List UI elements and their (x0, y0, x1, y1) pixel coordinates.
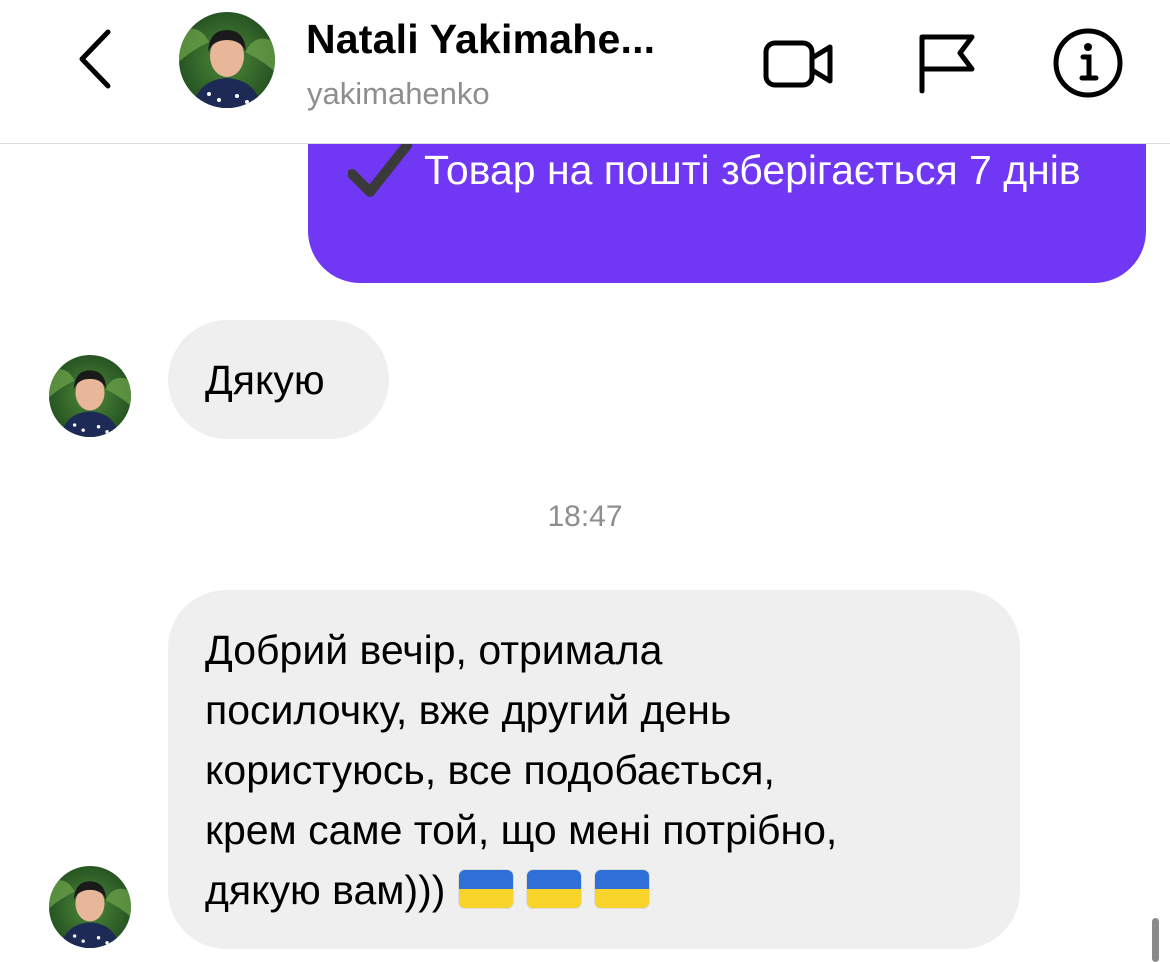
chat-screen: Товар на пошті зберігається 7 днів Дякую… (0, 0, 1170, 962)
contact-handle[interactable]: yakimahenko (307, 76, 490, 112)
video-call-icon (763, 40, 833, 88)
incoming-message-line: крем саме той, що мені потрібно, (205, 807, 838, 853)
contact-avatar[interactable] (179, 12, 275, 108)
incoming-message-line: посилочку, вже другий день (205, 687, 732, 733)
back-button[interactable] (72, 26, 122, 92)
video-call-button[interactable] (760, 25, 836, 101)
message-timestamp: 18:47 (547, 500, 623, 533)
chat-header: Natali Yakimahe... yakimahenko (0, 0, 1170, 144)
avatar-photo (49, 866, 131, 948)
info-icon (1053, 28, 1123, 98)
avatar-photo (179, 12, 275, 108)
info-button[interactable] (1050, 25, 1126, 101)
ukraine-flag-emoji (527, 870, 582, 908)
incoming-message-line: користуюсь, все подобається, (205, 747, 775, 793)
chevron-left-icon (79, 29, 111, 89)
ukraine-flag-emoji (595, 870, 650, 908)
incoming-message-text: Дякую (205, 357, 325, 403)
contact-name[interactable]: Natali Yakimahe... (306, 16, 655, 63)
outgoing-message-text: Товар на пошті зберігається 7 днів (424, 147, 1081, 193)
flag-icon (919, 34, 975, 94)
incoming-message-bubble[interactable]: Добрий вечір, отримала посилочку, вже др… (168, 590, 1020, 949)
sender-avatar[interactable] (49, 355, 131, 437)
scrollbar[interactable] (1152, 918, 1159, 962)
avatar-photo (49, 355, 131, 437)
incoming-message-bubble[interactable]: Дякую (168, 320, 389, 439)
incoming-message-line: дякую вам))) (205, 867, 446, 913)
incoming-message-line-last: дякую вам))) (205, 860, 980, 920)
incoming-message-line: Добрий вечір, отримала (205, 627, 663, 673)
ukraine-flag-emoji (459, 870, 514, 908)
sender-avatar[interactable] (49, 866, 131, 948)
report-button[interactable] (908, 25, 984, 101)
